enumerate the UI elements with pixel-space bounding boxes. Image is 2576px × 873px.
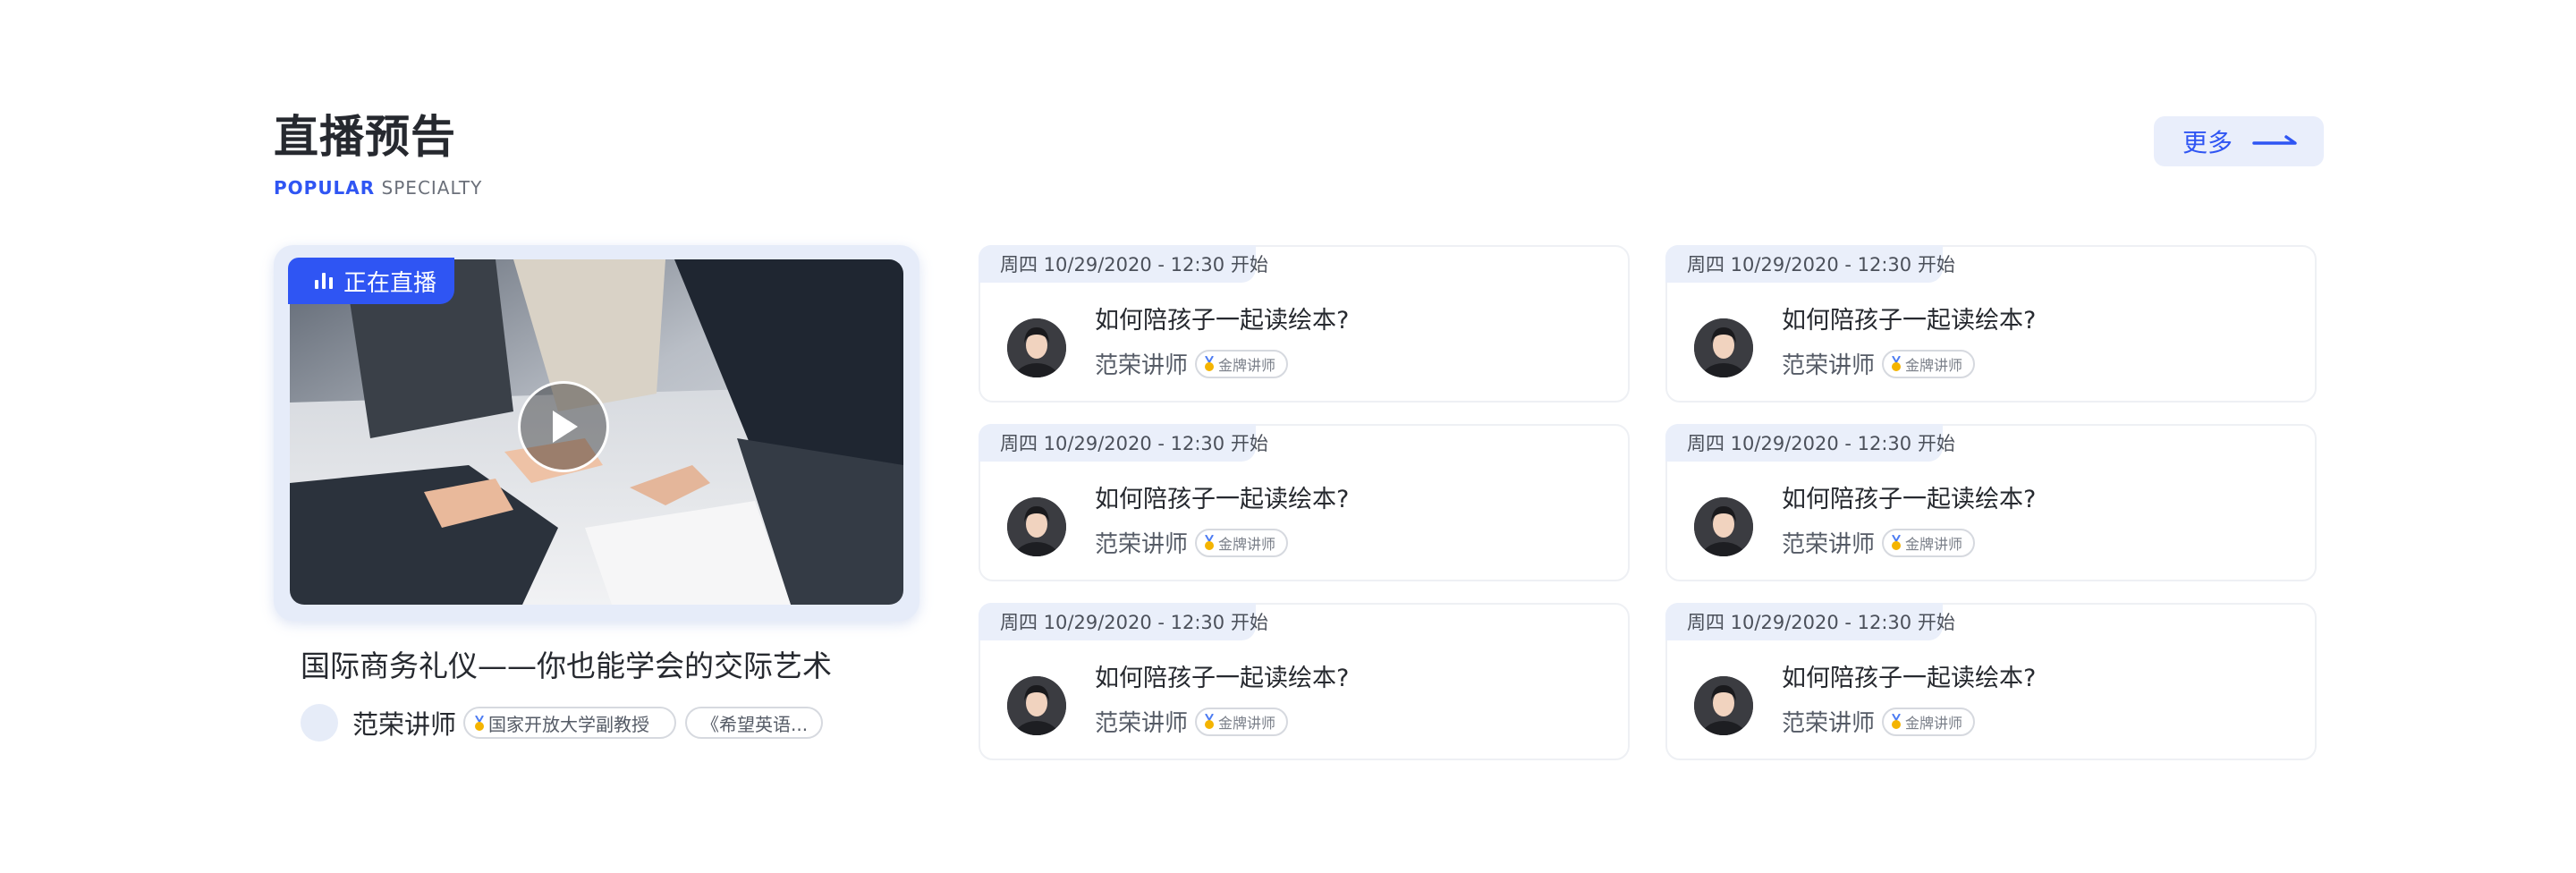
lecturer-name[interactable]: 范荣讲师 [1095,347,1188,380]
schedule-date: 周四 10/29/2020 - 12:30 开始 [1665,424,1955,462]
lecturer-avatar [1007,676,1066,735]
lecturer-tag-book: 《希望英语... [685,707,824,739]
schedule-lecturer-row: 范荣讲师 金牌讲师 [1095,526,1289,559]
schedule-lecturer-row: 范荣讲师 金牌讲师 [1782,347,1976,380]
lecturer-badge-label: 金牌讲师 [1218,535,1276,553]
section-title: 直播预告 [274,111,456,163]
medal-icon [1891,713,1902,730]
lecturer-badge-label: 金牌讲师 [1218,356,1276,374]
schedule-lecturer-row: 范荣讲师 金牌讲师 [1095,705,1289,738]
lecturer-name[interactable]: 范荣讲师 [1095,705,1188,738]
schedule-lecturer-row: 范荣讲师 金牌讲师 [1782,526,1976,559]
lecturer-tag-label: 国家开放大学副教授 [488,713,650,735]
schedule-card[interactable]: 周四 10/29/2020 - 12:30 开始如何陪孩子一起读绘本? 范荣讲师 金… [979,424,1630,581]
lecturer-badge-label: 金牌讲师 [1905,535,1963,553]
featured-video[interactable] [290,259,903,605]
lecturer-avatar [1694,497,1753,556]
schedule-lecturer-row: 范荣讲师 金牌讲师 [1782,705,1976,738]
schedule-date: 周四 10/29/2020 - 12:30 开始 [979,424,1268,462]
lecturer-avatar [1007,497,1066,556]
schedule-title[interactable]: 如何陪孩子一起读绘本? [1782,662,2036,696]
schedule-date: 周四 10/29/2020 - 12:30 开始 [979,245,1268,283]
lecturer-badge-label: 金牌讲师 [1905,356,1963,374]
lecturer-tag-title: 国家开放大学副教授 [463,707,677,739]
live-preview-section: 直播预告 POPULAR SPECIALTY 更多 正在直播 国际商务礼仪——你… [0,0,2576,873]
subtitle-rest: SPECIALTY [381,177,483,199]
lecturer-avatar [1694,318,1753,377]
lecturer-badge: 金牌讲师 [1195,707,1289,736]
lecturer-avatar [1007,318,1066,377]
featured-title[interactable]: 国际商务礼仪——你也能学会的交际艺术 [301,646,832,687]
schedule-lecturer-row: 范荣讲师 金牌讲师 [1095,347,1289,380]
more-label: 更多 [2182,128,2233,157]
lecturer-badge-label: 金牌讲师 [1218,714,1276,732]
lecturer-avatar [1694,676,1753,735]
lecturer-badge: 金牌讲师 [1195,528,1289,557]
schedule-card[interactable]: 周四 10/29/2020 - 12:30 开始如何陪孩子一起读绘本? 范荣讲师 金… [1665,603,2317,760]
lecturer-avatar [301,704,338,742]
live-badge: 正在直播 [288,258,454,304]
medal-icon [474,715,485,731]
schedule-title[interactable]: 如何陪孩子一起读绘本? [1782,483,2036,517]
schedule-card[interactable]: 周四 10/29/2020 - 12:30 开始如何陪孩子一起读绘本? 范荣讲师 金… [1665,424,2317,581]
lecturer-badge-label: 金牌讲师 [1905,714,1963,732]
medal-icon [1891,534,1902,551]
play-icon [553,411,578,443]
lecturer-tag-label: 《希望英语... [701,713,809,735]
lecturer-name[interactable]: 范荣讲师 [1782,526,1875,559]
section-subtitle: POPULAR SPECIALTY [274,175,482,200]
lecturer-badge: 金牌讲师 [1195,349,1289,378]
lecturer-name[interactable]: 范荣讲师 [1782,347,1875,380]
lecturer-badge: 金牌讲师 [1882,707,1976,736]
schedule-card[interactable]: 周四 10/29/2020 - 12:30 开始如何陪孩子一起读绘本? 范荣讲师 金… [979,245,1630,403]
schedule-title[interactable]: 如何陪孩子一起读绘本? [1782,304,2036,338]
arrow-right-icon [2252,133,2299,150]
play-button[interactable] [518,381,609,472]
schedule-title[interactable]: 如何陪孩子一起读绘本? [1095,662,1349,696]
more-button[interactable]: 更多 [2154,116,2324,166]
schedule-card[interactable]: 周四 10/29/2020 - 12:30 开始如何陪孩子一起读绘本? 范荣讲师 金… [979,603,1630,760]
medal-icon [1204,713,1215,730]
schedule-date: 周四 10/29/2020 - 12:30 开始 [979,603,1268,640]
schedule-date: 周四 10/29/2020 - 12:30 开始 [1665,245,1955,283]
schedule-title[interactable]: 如何陪孩子一起读绘本? [1095,483,1349,517]
featured-lecturer-row: 范荣讲师 国家开放大学副教授 《希望英语... [301,703,824,742]
live-bars-icon [315,273,333,289]
medal-icon [1204,534,1215,551]
lecturer-badge: 金牌讲师 [1882,528,1976,557]
schedule-card[interactable]: 周四 10/29/2020 - 12:30 开始如何陪孩子一起读绘本? 范荣讲师 金… [1665,245,2317,403]
schedule-title[interactable]: 如何陪孩子一起读绘本? [1095,304,1349,338]
subtitle-accent: POPULAR [274,177,376,199]
schedule-date: 周四 10/29/2020 - 12:30 开始 [1665,603,1955,640]
medal-icon [1204,355,1215,372]
lecturer-name[interactable]: 范荣讲师 [1782,705,1875,738]
medal-icon [1891,355,1902,372]
lecturer-badge: 金牌讲师 [1882,349,1976,378]
lecturer-name[interactable]: 范荣讲师 [1095,526,1188,559]
lecturer-name[interactable]: 范荣讲师 [352,704,456,742]
live-badge-label: 正在直播 [343,269,437,297]
